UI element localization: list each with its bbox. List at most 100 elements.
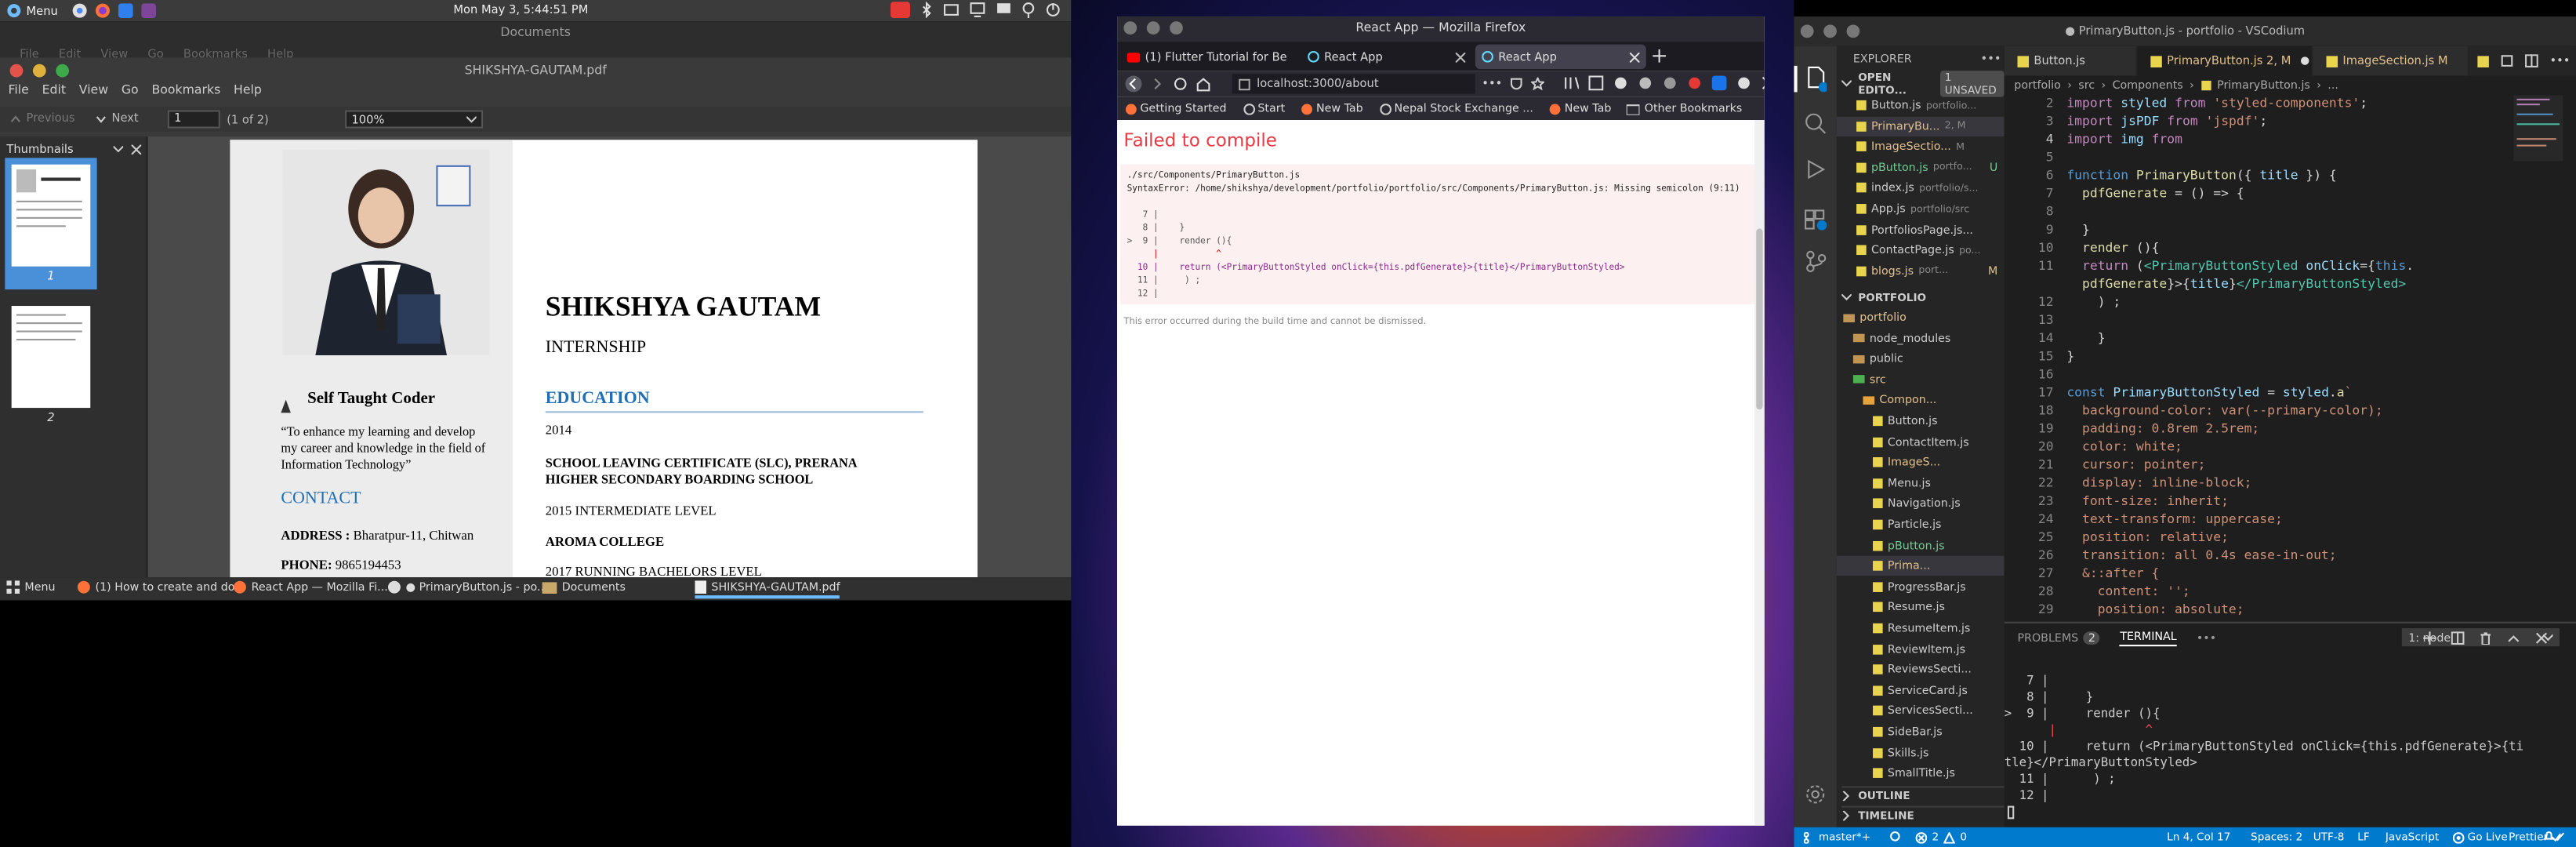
back-icon[interactable] <box>1123 75 1143 93</box>
sync-icon[interactable] <box>1889 831 1901 842</box>
bookmark-getting-started[interactable]: Getting Started <box>1125 102 1227 115</box>
maximize-panel-icon[interactable] <box>2507 631 2520 645</box>
extension-icon[interactable] <box>1638 75 1653 90</box>
tree-file[interactable]: SideBar.js <box>1837 722 2005 742</box>
indent-setting[interactable]: Spaces: 2 <box>2251 831 2302 844</box>
bluetooth-icon[interactable] <box>920 2 934 19</box>
extension-icon[interactable] <box>1663 75 1678 90</box>
overflow-icon[interactable] <box>1761 75 1765 90</box>
split-editor-icon[interactable] <box>2525 54 2538 67</box>
forward-icon[interactable] <box>1152 75 1165 92</box>
tab-imagesection-js[interactable]: ImageSection.js M <box>2313 45 2468 76</box>
close-sidebar-icon[interactable] <box>131 144 142 155</box>
vscodium-icon[interactable] <box>118 3 133 19</box>
extension-icon[interactable] <box>1736 75 1751 90</box>
panel-more-icon[interactable]: ••• <box>2197 631 2216 645</box>
explorer-more-icon[interactable]: ••• <box>1981 53 2001 66</box>
zoom-select[interactable]: 100% <box>345 110 484 129</box>
bookmark-new-tab-2[interactable]: New Tab <box>1550 102 1611 115</box>
open-editor-item[interactable]: PortfoliosPage.js... <box>1837 220 2005 239</box>
terminal-output[interactable]: 7 | 8 | } > 9 | render (){ | ^ 10 | retu… <box>2005 656 2576 821</box>
explorer-icon[interactable] <box>1804 66 1827 93</box>
js-file-icon[interactable] <box>2477 55 2489 67</box>
open-editor-item[interactable]: Button.js portfolio... <box>1837 96 2005 115</box>
network-icon[interactable] <box>996 2 1012 18</box>
language-mode[interactable]: JavaScript <box>2386 831 2439 844</box>
taskbar-item-vscodium[interactable]: ● PrimaryButton.js - po... <box>387 580 548 594</box>
tree-file[interactable]: ResumeItem.js <box>1837 619 2005 638</box>
tree-file[interactable]: Prima... <box>1836 556 2005 576</box>
tree-folder[interactable]: public <box>1837 349 2005 369</box>
extensions-icon[interactable] <box>1804 204 1827 231</box>
firefox-icon[interactable] <box>95 3 111 18</box>
taskbar-menu-button[interactable]: Menu <box>6 580 56 594</box>
indicator-red-icon[interactable] <box>890 2 910 19</box>
menu-view[interactable]: View <box>79 82 108 97</box>
compare-icon[interactable] <box>2501 54 2514 67</box>
tree-file[interactable]: ServicesSecti... <box>1837 701 2005 721</box>
tree-file[interactable]: Resume.js <box>1837 598 2005 617</box>
tree-file[interactable]: pButton.js <box>1837 536 2005 555</box>
url-bar[interactable]: localhost:3000/about <box>1232 74 1475 94</box>
clock[interactable]: Mon May 3, 5:44:51 PM <box>453 3 588 16</box>
system-menu-button[interactable]: Menu <box>6 3 58 18</box>
menu-go[interactable]: Go <box>122 82 139 97</box>
tab-flutter[interactable]: (1) Flutter Tutorial for Be <box>1120 45 1297 69</box>
trash-icon[interactable] <box>2479 631 2492 645</box>
search-icon[interactable] <box>1804 112 1827 135</box>
tree-file[interactable]: Menu.js <box>1837 474 2005 493</box>
chrome-icon[interactable] <box>72 3 87 18</box>
split-terminal-icon[interactable] <box>2451 631 2465 645</box>
close-tab-icon[interactable] <box>1455 52 1466 62</box>
tree-file[interactable]: ServiceCard.js <box>1837 681 2005 700</box>
notifications-icon[interactable] <box>2543 831 2555 842</box>
scrollbar-thumb[interactable] <box>1756 228 1763 410</box>
new-tab-icon[interactable] <box>1653 49 1666 63</box>
open-editor-item[interactable]: index.js portfolio/s... <box>1837 178 2005 198</box>
unsaved-dot-icon[interactable] <box>2301 56 2311 66</box>
extension-icon[interactable] <box>1613 75 1628 90</box>
encoding[interactable]: UTF-8 <box>2313 831 2345 844</box>
thumbnail-page-1[interactable]: 1 <box>5 158 97 290</box>
menu-bookmarks[interactable]: Bookmarks <box>151 82 220 97</box>
tree-file[interactable]: Skills.js <box>1837 743 2005 762</box>
tree-file[interactable]: ProgressBar.js <box>1837 577 2005 597</box>
tree-file[interactable]: ReviewItem.js <box>1837 639 2005 659</box>
extension-icon[interactable] <box>1687 75 1702 90</box>
tree-folder[interactable]: node_modules <box>1837 329 2005 348</box>
pocket-icon[interactable] <box>1511 78 1524 91</box>
page-number-input[interactable]: 1 <box>167 110 220 129</box>
source-control-icon[interactable] <box>1804 250 1827 273</box>
thumbnail-page-2[interactable] <box>11 306 91 409</box>
outline-header[interactable]: OUTLINE <box>1841 786 2005 804</box>
new-terminal-icon[interactable] <box>2423 631 2436 645</box>
open-editor-item[interactable]: ImageSectio... M <box>1837 136 2005 156</box>
taskbar-item-firefox-1[interactable]: (1) How to create and do... <box>77 580 245 594</box>
tree-file[interactable]: ReviewsSecti... <box>1837 660 2005 679</box>
bookmark-nepse[interactable]: Nepal Stock Exchange ... <box>1379 102 1533 115</box>
tree-folder[interactable]: src <box>1837 369 2005 389</box>
open-editor-item[interactable]: blogs.js port... M <box>1837 261 2005 281</box>
next-button[interactable]: Next <box>96 112 139 125</box>
tree-file[interactable]: SmallTitle.js <box>1837 763 2005 783</box>
debug-icon[interactable] <box>1804 158 1827 180</box>
open-editor-item[interactable]: App.js portfolio/src <box>1837 199 2005 219</box>
tree-file[interactable]: ImageS... <box>1837 453 2005 472</box>
scrollbar[interactable] <box>1754 120 1765 826</box>
problems-status[interactable]: 2 0 <box>1915 831 1967 844</box>
tree-file[interactable]: Particle.js <box>1837 514 2005 534</box>
open-editors-header[interactable]: OPEN EDITO... 1 UNSAVED <box>1841 70 2005 96</box>
line-ending[interactable]: LF <box>2357 831 2369 844</box>
taskbar-item-firefox-2[interactable]: React App — Mozilla Fi... <box>234 580 388 594</box>
home-icon[interactable] <box>1196 75 1211 92</box>
portfolio-header[interactable]: PORTFOLIO <box>1841 288 2004 306</box>
sidebar-icon[interactable] <box>1588 75 1604 91</box>
page-actions-icon[interactable]: ••• <box>1482 78 1502 91</box>
tree-file[interactable]: Button.js <box>1837 411 2005 431</box>
close-tab-icon[interactable] <box>1629 52 1640 62</box>
minimap[interactable] <box>2513 95 2563 162</box>
page-info-icon[interactable] <box>1239 78 1250 90</box>
sidebar-dropdown-icon[interactable] <box>113 145 124 155</box>
tab-react-app-1[interactable]: React App <box>1301 45 1472 69</box>
tab-button-js[interactable]: Button.js <box>2004 45 2136 76</box>
